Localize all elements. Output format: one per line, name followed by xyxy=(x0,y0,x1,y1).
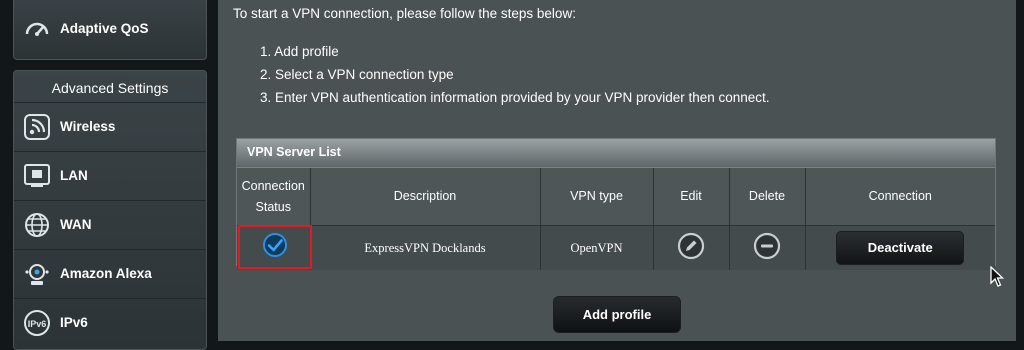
edit-cell xyxy=(653,225,730,270)
column-header-status-line2: Status xyxy=(255,199,291,214)
column-header-status-line1: Connection xyxy=(241,178,305,193)
sidebar-item-label: WAN xyxy=(60,217,92,232)
sidebar-item-label: LAN xyxy=(60,168,88,183)
sidebar-item-wan[interactable]: WAN xyxy=(14,200,206,248)
add-profile-button[interactable]: Add profile xyxy=(553,296,681,333)
advanced-settings-title: Advanced Settings xyxy=(51,80,169,96)
column-header-status: Connection Status xyxy=(237,168,311,226)
right-edge xyxy=(1016,0,1024,341)
lan-icon xyxy=(23,162,51,190)
sidebar-item-ipv6[interactable]: IPv6 IPv6 xyxy=(14,298,206,346)
column-header-delete: Delete xyxy=(729,168,806,226)
column-header-connection: Connection xyxy=(805,168,995,226)
connection-cell: Deactivate xyxy=(805,225,995,270)
intro-text: To start a VPN connection, please follow… xyxy=(233,6,576,21)
step-item: 3. Enter VPN authentication information … xyxy=(260,90,770,105)
status-cell xyxy=(237,225,312,270)
sidebar-item-label: Amazon Alexa xyxy=(60,266,152,281)
steps-list: 1. Add profile 2. Select a VPN connectio… xyxy=(260,40,770,109)
vpn-server-table: Connection Status Description VPN type E… xyxy=(237,168,995,270)
sidebar-item-label: Wireless xyxy=(60,119,116,134)
sidebar-item-wireless[interactable]: Wireless xyxy=(14,102,206,150)
column-header-edit: Edit xyxy=(653,168,730,226)
description-cell: ExpressVPN Docklands xyxy=(310,225,541,270)
globe-icon xyxy=(23,211,51,239)
sidebar-item-amazon-alexa[interactable]: Amazon Alexa xyxy=(14,249,206,297)
column-header-vpn-type: VPN type xyxy=(540,168,654,226)
sidebar-item-adaptive-qos[interactable]: Adaptive QoS xyxy=(14,4,206,52)
panel-title: VPN Server List xyxy=(237,139,995,168)
table-header-row: Connection Status Description VPN type E… xyxy=(237,168,995,226)
pencil-icon xyxy=(677,232,705,260)
vpn-server-list-panel: VPN Server List Connection Status Descri… xyxy=(236,138,996,270)
sidebar-item-label: IPv6 xyxy=(60,315,88,330)
speedometer-icon xyxy=(23,14,51,42)
main-content: To start a VPN connection, please follow… xyxy=(218,0,1016,341)
sidebar: Adaptive QoS Advanced Settings Wireless … xyxy=(0,0,218,350)
wifi-icon xyxy=(23,113,51,141)
sidebar-item-lan[interactable]: LAN xyxy=(14,151,206,199)
column-header-description: Description xyxy=(310,168,541,226)
deactivate-button[interactable]: Deactivate xyxy=(836,231,965,265)
table-row: ExpressVPN Docklands OpenVPN Deactivate xyxy=(237,225,995,270)
delete-button[interactable] xyxy=(753,232,781,264)
svg-text:IPv6: IPv6 xyxy=(28,319,47,329)
edit-button[interactable] xyxy=(677,232,705,264)
sidebar-item-label: Adaptive QoS xyxy=(60,20,149,36)
step-item: 2. Select a VPN connection type xyxy=(260,67,454,82)
step-item: 1. Add profile xyxy=(260,44,339,59)
delete-cell xyxy=(729,225,806,270)
vpn-type-cell: OpenVPN xyxy=(540,225,654,270)
status-highlight xyxy=(238,225,312,269)
advanced-settings-block: Advanced Settings Wireless LAN WAN Amazo… xyxy=(13,70,207,350)
alexa-icon xyxy=(23,260,51,288)
qos-menu-block: Adaptive QoS xyxy=(13,0,207,60)
mouse-cursor-icon xyxy=(990,265,1005,293)
minus-circle-icon xyxy=(753,232,781,260)
check-circle-icon xyxy=(262,232,288,262)
ipv6-icon: IPv6 xyxy=(23,309,51,337)
